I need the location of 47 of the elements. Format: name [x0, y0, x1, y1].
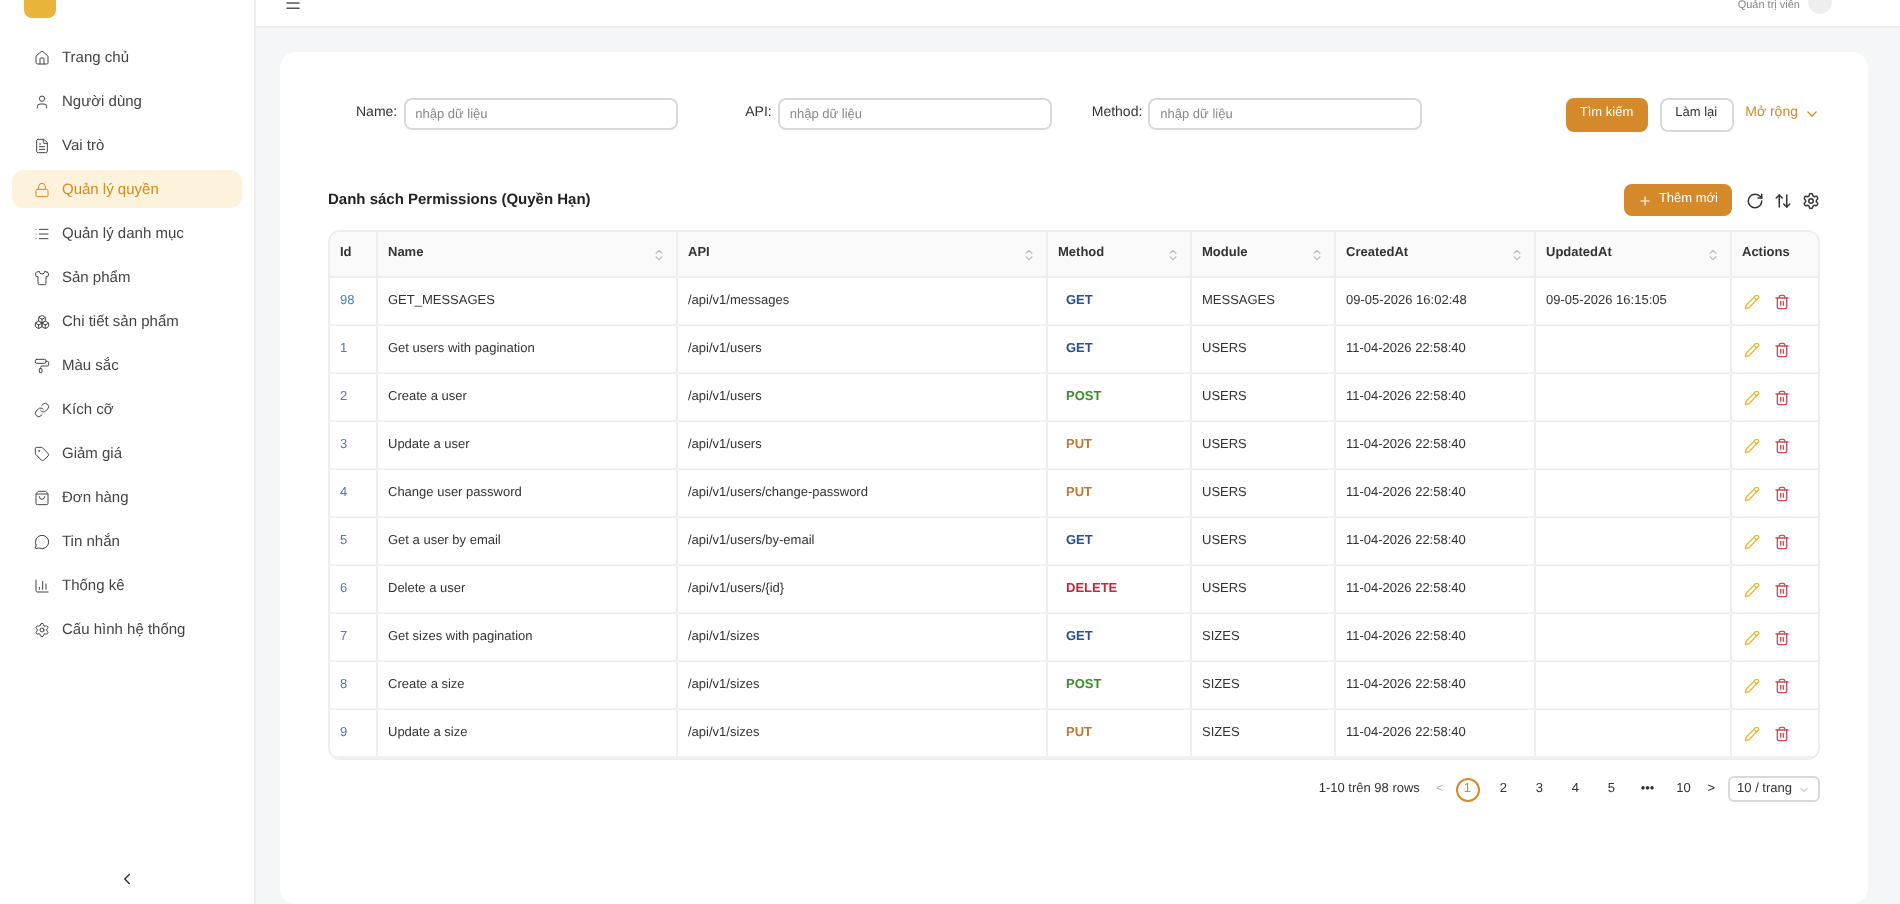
collapse-icon[interactable]: [118, 870, 136, 888]
shirt-icon: [34, 269, 50, 285]
trash-icon[interactable]: [1774, 341, 1790, 357]
trash-icon[interactable]: [1774, 629, 1790, 645]
lock-icon: [34, 181, 50, 197]
trash-icon[interactable]: [1774, 437, 1790, 453]
chat-icon: [34, 533, 50, 549]
edit-icon[interactable]: [1744, 725, 1760, 741]
trash-icon[interactable]: [1774, 581, 1790, 597]
paint-roller-icon: [34, 357, 50, 373]
reload-icon[interactable]: [1746, 191, 1764, 209]
boxes-icon: [34, 313, 50, 329]
edit-icon[interactable]: [1744, 677, 1760, 693]
chart-icon: [34, 577, 50, 593]
sort-icon[interactable]: [1022, 247, 1036, 261]
sort-icon[interactable]: [1310, 247, 1324, 261]
settings-icon: [34, 621, 50, 637]
sort-icon[interactable]: [1166, 247, 1180, 261]
edit-icon[interactable]: [1744, 437, 1760, 453]
edit-icon[interactable]: [1744, 485, 1760, 501]
trash-icon[interactable]: [1774, 677, 1790, 693]
document-icon: [34, 137, 50, 153]
plus-icon: [1638, 193, 1653, 207]
edit-icon[interactable]: [1744, 629, 1760, 645]
trash-icon[interactable]: [1774, 389, 1790, 405]
trash-icon[interactable]: [1774, 485, 1790, 501]
trash-icon[interactable]: [1774, 725, 1790, 741]
chevron-down-icon: [1798, 783, 1810, 795]
link-icon: [34, 401, 50, 417]
edit-icon[interactable]: [1744, 341, 1760, 357]
edit-icon[interactable]: [1744, 293, 1760, 309]
sort-icon[interactable]: [1510, 247, 1524, 261]
edit-icon[interactable]: [1744, 389, 1760, 405]
bag-icon: [34, 489, 50, 505]
trash-icon[interactable]: [1774, 293, 1790, 309]
home-icon: [34, 49, 50, 65]
edit-icon[interactable]: [1744, 581, 1760, 597]
sort-icon[interactable]: [652, 247, 666, 261]
list-icon: [34, 225, 50, 241]
edit-icon[interactable]: [1744, 533, 1760, 549]
tag-icon: [34, 445, 50, 461]
trash-icon[interactable]: [1774, 533, 1790, 549]
logo-icon: [24, 0, 56, 18]
user-icon: [34, 93, 50, 109]
chevron-down-icon: [1804, 106, 1820, 122]
sort-icon[interactable]: [1706, 247, 1720, 261]
settings-icon[interactable]: [1802, 191, 1820, 209]
